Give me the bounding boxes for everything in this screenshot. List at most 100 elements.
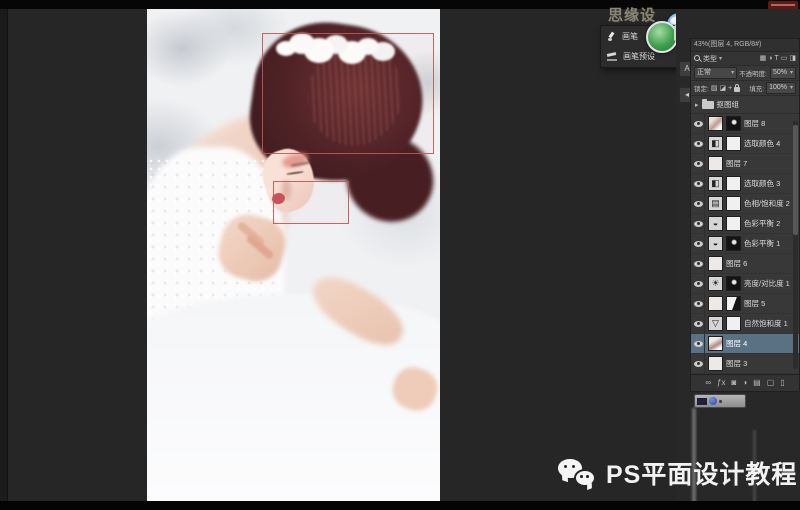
layer-row[interactable]: ◧ 选取颜色 4 — [691, 134, 799, 154]
layer-thumbnail[interactable] — [708, 356, 723, 371]
layer-thumbnail[interactable] — [708, 296, 723, 311]
layer-style-fx-icon[interactable]: ƒx — [717, 375, 725, 391]
layers-scrollbar[interactable] — [793, 121, 798, 369]
widget-knob-icon[interactable] — [709, 397, 717, 405]
layer-filter-row: 类型 ▾ ▦ ◑ T ▭ ◨ — [691, 52, 799, 66]
group-folder-icon — [701, 98, 714, 109]
fill-select[interactable]: 100% ▾ — [766, 82, 796, 94]
chevron-down-icon: ▾ — [789, 85, 793, 91]
add-layer-mask-icon[interactable]: ◙ — [731, 375, 736, 391]
layer-mask-thumbnail[interactable] — [726, 276, 741, 291]
layer-row[interactable]: 图层 6 — [691, 254, 799, 274]
hue-saturation-icon[interactable]: ▤ — [708, 196, 723, 211]
layer-row[interactable]: ◒ 色彩平衡 2 — [691, 214, 799, 234]
visibility-eye-icon[interactable] — [693, 354, 705, 373]
visibility-eye-icon[interactable] — [693, 134, 705, 153]
layer-mask-thumbnail[interactable] — [726, 316, 741, 331]
layer-name: 图层 5 — [744, 299, 766, 308]
filter-smart-objects-icon[interactable]: ◨ — [789, 53, 796, 65]
link-layers-icon[interactable]: ∞ — [705, 375, 711, 391]
layer-mask-thumbnail[interactable] — [726, 116, 741, 131]
lock-position-icon[interactable]: + — [728, 85, 732, 92]
layer-row[interactable]: ◧ 选取颜色 3 — [691, 174, 799, 194]
wechat-icon — [558, 457, 596, 489]
document-title: 43%(图层 4, RGB/8#) — [691, 39, 799, 52]
selective-color-icon[interactable]: ◧ — [708, 136, 723, 151]
wechat-branding: PS平面设计教程 — [558, 455, 797, 491]
layer-mask-thumbnail[interactable] — [726, 236, 741, 251]
color-balance-icon[interactable]: ◒ — [708, 216, 723, 231]
brush-tool-icon — [607, 32, 616, 41]
app-window: 思缘设计论坛 WWW.MISSYUAN.COM 画笔 画笔预设 LIVA LIV… — [0, 0, 800, 510]
selective-color-icon[interactable]: ◧ — [708, 176, 723, 191]
layer-mask-thumbnail[interactable] — [726, 176, 741, 191]
visibility-eye-icon[interactable] — [693, 154, 705, 173]
layer-row[interactable]: ☀ 亮度/对比度 1 — [691, 274, 799, 294]
lock-all-icon[interactable] — [734, 84, 741, 92]
filter-shape-layers-icon[interactable]: ▭ — [781, 53, 788, 65]
layer-row[interactable]: ▽ 自然饱和度 1 — [691, 314, 799, 334]
blend-mode-select[interactable]: 正常 ▾ — [694, 67, 738, 79]
layer-row[interactable]: 图层 7 — [691, 154, 799, 174]
filter-kind-label[interactable]: 类型 — [703, 54, 717, 64]
visibility-eye-icon[interactable] — [693, 194, 705, 213]
layers-panel-footer: ∞ ƒx ◙ ◑ ▤ ▢ ▯ — [691, 374, 799, 391]
layer-mask-thumbnail[interactable] — [726, 136, 741, 151]
visibility-eye-icon[interactable] — [693, 174, 705, 193]
new-group-icon[interactable]: ▤ — [753, 375, 761, 391]
layer-name: 图层 7 — [726, 159, 748, 168]
layer-thumbnail[interactable] — [708, 156, 723, 171]
layer-row[interactable]: 图层 5 — [691, 294, 799, 314]
toolbar-edge-strip — [0, 9, 8, 501]
flyout-item-label: 画笔 — [622, 31, 638, 41]
layer-group-row[interactable]: ▸ 抠图组 — [691, 96, 799, 114]
brightness-contrast-icon[interactable]: ☀ — [708, 276, 723, 291]
layer-name: 自然饱和度 1 — [744, 319, 788, 328]
visibility-eye-icon[interactable] — [693, 334, 705, 353]
photo-canvas[interactable] — [147, 9, 440, 501]
layer-row[interactable]: 图层 8 — [691, 114, 799, 134]
visibility-eye-icon[interactable] — [693, 234, 705, 253]
annotation-rect-face — [273, 181, 349, 224]
chevron-down-icon[interactable]: ▾ — [719, 55, 722, 62]
filter-type-layers-icon[interactable]: T — [774, 53, 778, 65]
layer-row[interactable]: ◒ 色彩平衡 1 — [691, 234, 799, 254]
mini-player-widget[interactable] — [694, 394, 746, 408]
color-balance-icon[interactable]: ◒ — [708, 236, 723, 251]
layer-mask-thumbnail[interactable] — [726, 216, 741, 231]
new-adjustment-layer-icon[interactable]: ◑ — [742, 375, 747, 391]
visibility-eye-icon[interactable] — [693, 254, 705, 273]
delete-layer-icon[interactable]: ▯ — [780, 375, 784, 391]
visibility-eye-icon[interactable] — [693, 114, 705, 133]
layer-row[interactable]: ▤ 色相/饱和度 2 — [691, 194, 799, 214]
layer-name: 色相/饱和度 2 — [744, 199, 790, 208]
visibility-eye-icon[interactable] — [693, 274, 705, 293]
layer-thumbnail[interactable] — [708, 256, 723, 271]
visibility-eye-icon[interactable] — [693, 294, 705, 313]
layer-thumbnail[interactable] — [708, 336, 723, 351]
layer-name: 亮度/对比度 1 — [744, 279, 790, 288]
annotation-rect-hair — [262, 33, 434, 154]
lock-paint-icon[interactable]: ◪ — [719, 84, 726, 92]
layer-mask-thumbnail[interactable] — [726, 196, 741, 211]
chevron-down-icon: ▾ — [789, 70, 793, 76]
chevron-down-icon: ▾ — [731, 70, 735, 76]
visibility-eye-icon[interactable] — [693, 314, 705, 333]
visibility-eye-icon[interactable] — [693, 214, 705, 233]
scrollbar-thumb[interactable] — [793, 125, 798, 235]
layer-name: 色彩平衡 1 — [744, 239, 781, 248]
layer-name: 色彩平衡 2 — [744, 219, 781, 228]
new-layer-icon[interactable]: ▢ — [767, 375, 775, 391]
layer-row[interactable]: 图层 3 — [691, 354, 799, 374]
layer-mask-thumbnail[interactable] — [726, 296, 741, 311]
layer-row[interactable]: 图层 4 — [691, 334, 799, 354]
filter-adjustment-layers-icon[interactable]: ◑ — [768, 53, 772, 65]
lock-transparency-icon[interactable]: ▨ — [711, 84, 718, 92]
layer-thumbnail[interactable] — [708, 116, 723, 131]
filter-pixel-layers-icon[interactable]: ▦ — [760, 53, 767, 65]
layer-name: 图层 4 — [726, 339, 748, 348]
vibrance-icon[interactable]: ▽ — [708, 316, 723, 331]
expand-triangle-icon[interactable]: ▸ — [695, 101, 699, 109]
blend-mode-value: 正常 — [697, 69, 711, 76]
opacity-select[interactable]: 50% ▾ — [769, 67, 796, 79]
